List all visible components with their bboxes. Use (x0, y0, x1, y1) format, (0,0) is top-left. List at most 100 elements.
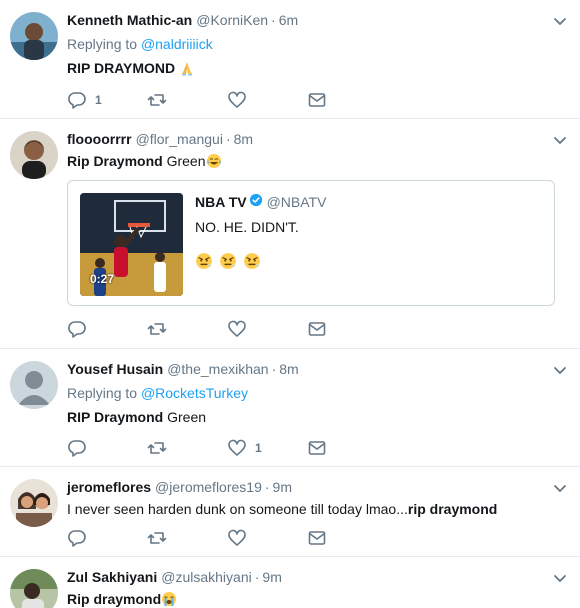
like-button[interactable]: 1 (227, 438, 307, 458)
reply-icon (68, 92, 86, 109)
tears-of-joy-icon (206, 154, 221, 168)
heart-icon (228, 320, 246, 337)
timestamp[interactable]: 9m (262, 568, 281, 586)
chevron-down-icon[interactable] (552, 132, 568, 148)
separator-dot: · (271, 361, 277, 377)
user-handle[interactable]: @the_mexikhan (167, 360, 268, 378)
like-button[interactable] (227, 90, 307, 110)
avatar[interactable] (10, 569, 58, 608)
tweet-text-bold: RIP DRAYMOND (67, 60, 176, 76)
tweet-text: I never seen harden dunk on someone till… (67, 500, 550, 518)
retweet-icon (147, 323, 167, 335)
timestamp[interactable]: 8m (279, 360, 298, 378)
like-button[interactable] (227, 528, 307, 548)
timestamp[interactable]: 8m (234, 130, 253, 148)
replying-to-label: Replying to (67, 385, 138, 401)
timestamp[interactable]: 9m (273, 478, 292, 496)
tweet-actions: 1 (67, 438, 387, 458)
tweet[interactable]: Zul Sakhiyani @zulsakhiyani · 9m Rip dra… (0, 557, 580, 608)
tweet[interactable]: Kenneth Mathic-an @KorniKen · 6m Replyin… (0, 0, 580, 119)
separator-dot: · (254, 569, 260, 585)
reply-button[interactable] (67, 319, 147, 339)
timestamp[interactable]: 6m (279, 11, 298, 29)
reply-button[interactable] (67, 438, 147, 458)
tweet[interactable]: jeromeflores @jeromeflores19 · 9m I neve… (0, 467, 580, 557)
retweet-icon (147, 532, 167, 544)
display-name[interactable]: Zul Sakhiyani (67, 568, 157, 586)
default-avatar[interactable] (10, 361, 58, 409)
tweet-feed: Kenneth Mathic-an @KorniKen · 6m Replyin… (0, 0, 580, 608)
quoted-user-handle[interactable]: @NBATV (267, 193, 327, 211)
chevron-down-icon[interactable] (552, 570, 568, 586)
separator-dot: · (264, 479, 270, 495)
reply-button[interactable] (67, 528, 147, 548)
tweet-actions (67, 528, 387, 548)
tweet-text: RIP DRAYMOND (67, 59, 550, 77)
tweet-actions (67, 319, 387, 339)
envelope-icon (308, 441, 326, 455)
retweet-icon (147, 94, 167, 106)
tweet[interactable]: Yousef Husain @the_mexikhan · 8m Replyin… (0, 349, 580, 467)
retweet-button[interactable] (147, 528, 227, 548)
tweet-header: Zul Sakhiyani @zulsakhiyani · 9m (67, 568, 550, 586)
verified-badge-icon (249, 193, 262, 207)
tweet-text: Rip Draymond Green (67, 152, 550, 170)
angry-face-icon (220, 253, 236, 269)
tweet-text: RIP Draymond Green (67, 408, 550, 426)
avatar[interactable] (10, 131, 58, 179)
retweet-button[interactable] (147, 319, 227, 339)
tweet-text-rest: Green (166, 153, 206, 169)
retweet-button[interactable] (147, 90, 227, 110)
quoted-emoji-row (195, 252, 544, 270)
avatar[interactable] (10, 479, 58, 527)
separator-dot: · (225, 131, 231, 147)
tweet-text-plain: I never seen harden dunk on someone till… (67, 501, 408, 517)
replying-to-link[interactable]: @naldriiiick (141, 36, 213, 52)
quoted-display-name[interactable]: NBA TV (195, 193, 247, 211)
display-name[interactable]: Kenneth Mathic-an (67, 11, 192, 29)
user-handle[interactable]: @jeromeflores19 (155, 478, 262, 496)
tweet-header: jeromeflores @jeromeflores19 · 9m (67, 478, 550, 496)
tweet-actions: 1 (67, 90, 387, 110)
user-handle[interactable]: @zulsakhiyani (161, 568, 251, 586)
tweet-header: floooorrrr @flor_mangui · 8m (67, 130, 550, 148)
replying-to: Replying to @naldriiiick (67, 35, 550, 53)
tweet-text-bold: Rip draymond (67, 591, 162, 607)
video-duration: 0:27 (90, 272, 115, 286)
user-handle[interactable]: @flor_mangui (136, 130, 223, 148)
chevron-down-icon[interactable] (552, 480, 568, 496)
direct-message-button[interactable] (307, 90, 387, 110)
chevron-down-icon[interactable] (552, 362, 568, 378)
tweet-text-bold: Rip Draymond (67, 153, 163, 169)
angry-face-icon (243, 253, 260, 269)
retweet-icon (147, 442, 167, 454)
direct-message-button[interactable] (307, 528, 387, 548)
retweet-button[interactable] (147, 438, 227, 458)
direct-message-button[interactable] (307, 319, 387, 339)
tweet-text-bold: rip draymond (407, 501, 498, 517)
reply-icon (68, 440, 86, 457)
avatar[interactable] (10, 12, 58, 60)
heart-icon (228, 91, 246, 108)
tweet[interactable]: floooorrrr @flor_mangui · 8m Rip Draymon… (0, 119, 580, 349)
reply-count: 1 (95, 93, 102, 107)
like-button[interactable] (227, 319, 307, 339)
angry-face-icon (196, 253, 212, 269)
heart-icon (228, 529, 246, 546)
tweet-text-rest: Green (167, 409, 207, 425)
display-name[interactable]: floooorrrr (67, 130, 132, 148)
like-count: 1 (255, 441, 262, 455)
display-name[interactable]: jeromeflores (67, 478, 151, 496)
chevron-down-icon[interactable] (552, 13, 568, 29)
quoted-tweet-header: NBA TV @NBATV (195, 193, 544, 211)
reply-icon (68, 321, 86, 338)
user-handle[interactable]: @KorniKen (196, 11, 268, 29)
separator-dot: · (271, 12, 276, 28)
envelope-icon (308, 93, 326, 107)
video-thumbnail[interactable]: 0:27 (80, 193, 183, 296)
reply-button[interactable]: 1 (67, 90, 147, 110)
display-name[interactable]: Yousef Husain (67, 360, 163, 378)
replying-to-link[interactable]: @RocketsTurkey (141, 385, 248, 401)
direct-message-button[interactable] (307, 438, 387, 458)
quoted-tweet[interactable]: 0:27 NBA TV @NBATV NO. HE. DIDN'T. (67, 180, 555, 306)
